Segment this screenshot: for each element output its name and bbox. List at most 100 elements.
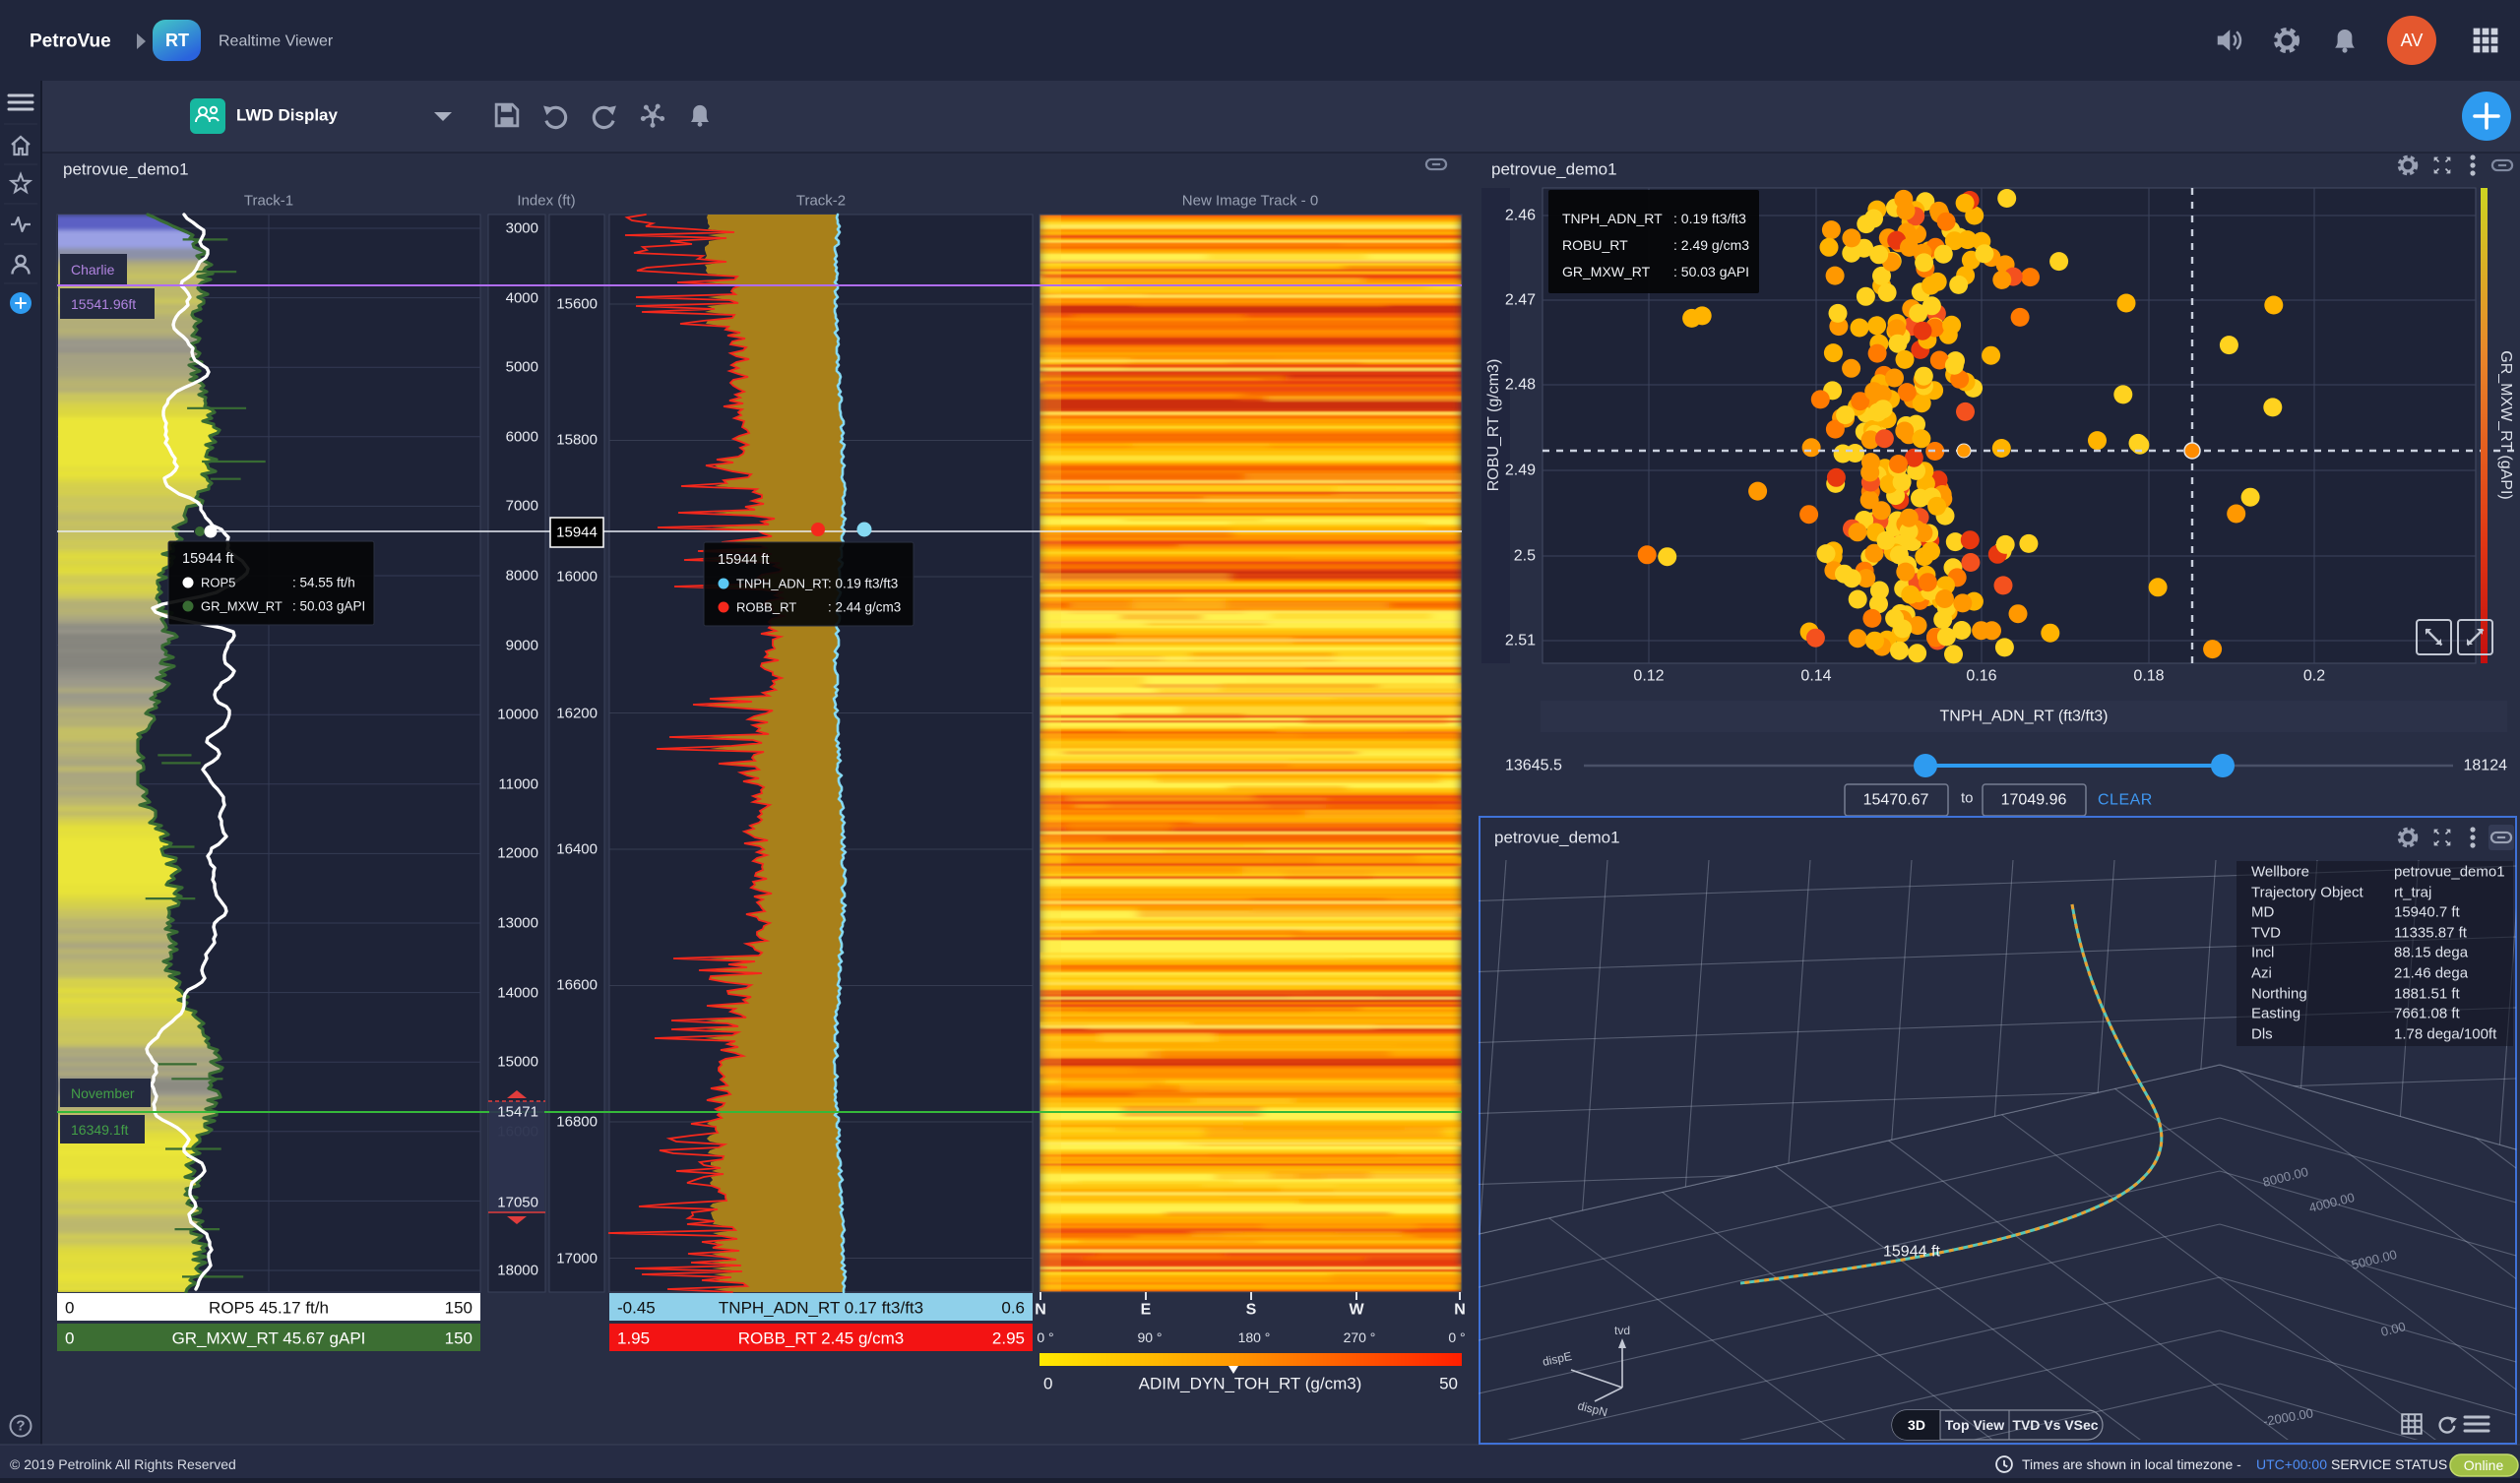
svg-text:: 2.49 g/cm3: : 2.49 g/cm3 [1673,237,1749,253]
svg-text:ADIM_DYN_TOH_RT (g/cm3): ADIM_DYN_TOH_RT (g/cm3) [1139,1375,1362,1393]
svg-text:CLEAR: CLEAR [2098,792,2153,809]
svg-text:2.46: 2.46 [1505,208,1536,224]
svg-text:0: 0 [1043,1375,1052,1393]
svg-text:RT: RT [165,31,189,50]
svg-text:TNPH_ADN_RT (ft3/ft3): TNPH_ADN_RT (ft3/ft3) [1939,709,2108,725]
svg-text:TVD Vs VSec: TVD Vs VSec [2012,1417,2098,1433]
svg-text:270 °: 270 ° [1344,1329,1376,1345]
svg-text:150: 150 [445,1299,472,1318]
svg-text:0.18: 0.18 [2133,668,2164,685]
svg-text:AV: AV [2401,31,2424,50]
svg-text:0 °: 0 ° [1448,1329,1465,1345]
svg-text:17049.96: 17049.96 [2001,792,2067,809]
svg-text:14000: 14000 [497,985,538,1002]
svg-text:7000: 7000 [506,498,538,515]
svg-text:16000: 16000 [556,569,598,586]
svg-text:Dls: Dls [2251,1026,2273,1043]
svg-text:0.12: 0.12 [1633,668,1664,685]
svg-text:15944 ft: 15944 ft [1883,1244,1940,1261]
svg-text:MD: MD [2251,904,2274,921]
svg-text:: 0.19 ft3/ft3: : 0.19 ft3/ft3 [828,577,898,591]
svg-text:15000: 15000 [497,1054,538,1071]
svg-text:Northing: Northing [2251,986,2307,1003]
svg-text:Track-2: Track-2 [796,193,846,210]
svg-text:1.78 dega/100ft: 1.78 dega/100ft [2394,1026,2497,1043]
svg-text:SERVICE STATUS: SERVICE STATUS [2331,1456,2447,1472]
svg-text:1.95: 1.95 [617,1329,650,1348]
svg-text:0: 0 [65,1329,74,1348]
svg-text:November: November [71,1085,135,1101]
svg-text:16200: 16200 [556,706,598,722]
svg-text:90 °: 90 ° [1137,1329,1162,1345]
svg-text:15470.67: 15470.67 [1863,792,1929,809]
svg-text:rt_traj: rt_traj [2394,885,2431,901]
svg-text:ROP5: ROP5 [201,576,235,590]
svg-text:9000: 9000 [506,638,538,654]
svg-text:7661.08 ft: 7661.08 ft [2394,1006,2461,1022]
svg-text:PetroVue: PetroVue [30,31,111,52]
svg-text:15944: 15944 [556,525,598,541]
svg-text:2.95: 2.95 [992,1329,1025,1348]
svg-text:W: W [1349,1302,1364,1319]
svg-text:8000: 8000 [506,568,538,585]
svg-text:GR_MXW_RT 45.67 gAPI: GR_MXW_RT 45.67 gAPI [172,1329,366,1348]
svg-text:TNPH_ADN_RT: TNPH_ADN_RT [736,577,829,591]
svg-text:11335.87 ft: 11335.87 ft [2394,925,2468,942]
svg-text:Charlie: Charlie [71,262,115,278]
svg-text:15471: 15471 [497,1104,538,1121]
svg-text:Realtime Viewer: Realtime Viewer [219,33,334,50]
svg-text:GR_MXW_RT (gAPI): GR_MXW_RT (gAPI) [2497,350,2514,499]
svg-text:: 50.03 gAPI: : 50.03 gAPI [292,599,365,614]
svg-text:TVD: TVD [2251,925,2281,942]
svg-text:0.16: 0.16 [1966,668,1996,685]
svg-text:3D: 3D [1908,1417,1925,1433]
svg-text:Easting: Easting [2251,1006,2300,1022]
svg-text:Incl: Incl [2251,945,2274,961]
svg-text:Index (ft): Index (ft) [517,193,575,210]
svg-text:11000: 11000 [498,776,538,793]
svg-text:3000: 3000 [506,220,538,237]
svg-text:N: N [1035,1302,1046,1319]
svg-text:17050: 17050 [497,1195,538,1211]
svg-text:50: 50 [1439,1375,1458,1393]
svg-text:16400: 16400 [556,841,598,858]
svg-text:0: 0 [65,1299,74,1318]
svg-text:TNPH_ADN_RT: TNPH_ADN_RT [1562,211,1663,226]
svg-text:Track-1: Track-1 [244,193,293,210]
svg-text:2.47: 2.47 [1505,292,1536,309]
svg-text:ROP5 45.17 ft/h: ROP5 45.17 ft/h [209,1299,329,1318]
svg-text:N: N [1454,1302,1466,1319]
svg-text:5000: 5000 [506,359,538,376]
svg-text:2.5: 2.5 [1514,548,1536,565]
svg-text:tvd: tvd [1614,1324,1630,1337]
svg-text:S: S [1246,1302,1257,1319]
svg-text:10000: 10000 [497,707,538,723]
svg-text:GR_MXW_RT: GR_MXW_RT [1562,264,1651,279]
svg-text:2.49: 2.49 [1505,463,1536,479]
svg-text:Times are shown in local timez: Times are shown in local timezone - [2022,1456,2241,1472]
svg-text:15800: 15800 [556,432,598,449]
svg-text:15600: 15600 [556,296,598,313]
svg-text:15944 ft: 15944 ft [718,552,769,568]
svg-text:15944 ft: 15944 ft [182,551,233,567]
svg-text:15541.96ft: 15541.96ft [71,296,136,312]
svg-text:2.48: 2.48 [1505,377,1536,394]
svg-text:TNPH_ADN_RT 0.17 ft3/ft3: TNPH_ADN_RT 0.17 ft3/ft3 [719,1299,923,1318]
svg-text:© 2019 Petrolink All Rights Re: © 2019 Petrolink All Rights Reserved [10,1456,236,1472]
svg-text:petrovue_demo1: petrovue_demo1 [63,160,189,179]
svg-text:88.15 dega: 88.15 dega [2394,945,2469,961]
svg-text:2.51: 2.51 [1505,633,1536,649]
svg-text:LWD Display: LWD Display [236,106,339,125]
svg-text:: 54.55 ft/h: : 54.55 ft/h [292,576,355,590]
svg-text:Top View: Top View [1945,1417,2004,1433]
svg-text:: 0.19 ft3/ft3: : 0.19 ft3/ft3 [1673,211,1746,226]
svg-text:ROBU_RT (g/cm3): ROBU_RT (g/cm3) [1485,359,1502,492]
svg-text:Trajectory Object: Trajectory Object [2251,885,2363,901]
svg-text:6000: 6000 [506,429,538,446]
svg-text:18000: 18000 [497,1263,538,1279]
svg-text:16800: 16800 [556,1114,598,1131]
svg-text:Wellbore: Wellbore [2251,864,2309,881]
svg-text:Online: Online [2464,1457,2504,1473]
svg-text:0 °: 0 ° [1037,1329,1053,1345]
svg-text:GR_MXW_RT: GR_MXW_RT [201,599,283,614]
